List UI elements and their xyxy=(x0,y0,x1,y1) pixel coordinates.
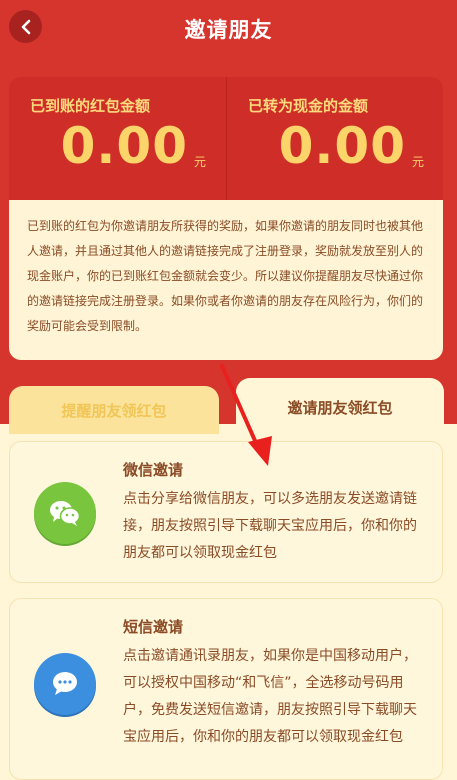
received-amount-panel: 已到账的红包金额 0.00 元 xyxy=(9,77,226,200)
cash-amount-unit: 元 xyxy=(411,155,424,169)
amount-summary: 已到账的红包金额 0.00 元 已转为现金的金额 0.00 元 xyxy=(9,77,443,200)
cash-amount-value: 0.00 xyxy=(278,117,406,175)
wechat-invite-title: 微信邀请 xyxy=(123,461,184,479)
sms-button[interactable] xyxy=(34,653,96,715)
cash-amount-label: 已转为现金的金额 xyxy=(248,97,369,115)
sms-invite-desc: 点击邀请通讯录朋友，如果你是中国移动用户，可以授权中国移动“和飞信”，全选移动号… xyxy=(123,648,417,745)
reward-notice: 已到账的红包为你邀请朋友所获得的奖励，如果你邀请的朋友同时也被其他人邀请，并且通… xyxy=(9,200,443,360)
sms-invite-title: 短信邀请 xyxy=(123,618,184,636)
page-title: 邀请朋友 xyxy=(184,18,273,42)
wechat-button[interactable] xyxy=(34,482,96,544)
received-amount-unit: 元 xyxy=(193,155,206,169)
sms-invite-card[interactable]: 短信邀请 点击邀请通讯录朋友，如果你是中国移动用户，可以授权中国移动“和飞信”，… xyxy=(9,598,443,780)
header-bar: 邀请朋友 xyxy=(0,0,457,56)
message-icon xyxy=(53,672,77,695)
tab-remind-friends[interactable]: 提醒朋友领红包 xyxy=(9,386,219,434)
received-amount-label: 已到账的红包金额 xyxy=(30,97,151,115)
annotation-arrow-icon xyxy=(220,364,272,466)
received-amount-value: 0.00 xyxy=(60,117,188,175)
wechat-icon xyxy=(50,501,81,526)
cash-amount-panel: 已转为现金的金额 0.00 元 xyxy=(226,77,444,200)
wechat-invite-desc: 点击分享给微信朋友，可以多选朋友发送邀请链接，朋友按照引导下载聊天宝应用后，你和… xyxy=(123,491,417,561)
